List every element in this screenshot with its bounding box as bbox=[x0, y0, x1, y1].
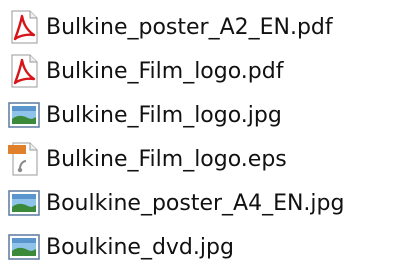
file-item-bulkine-film-logo-eps[interactable]: Bulkine_Film_logo.eps bbox=[6, 137, 411, 181]
file-list: Bulkine_poster_A2_EN.pdf Bulkine_Film_lo… bbox=[6, 5, 411, 269]
eps-icon bbox=[6, 141, 42, 177]
file-item-boulkine-dvd-jpg[interactable]: Boulkine_dvd.jpg bbox=[6, 225, 411, 269]
pdf-icon bbox=[6, 9, 42, 45]
file-item-bulkine-film-logo-pdf[interactable]: Bulkine_Film_logo.pdf bbox=[6, 49, 411, 93]
pdf-icon bbox=[6, 53, 42, 89]
file-name: Bulkine_Film_logo.jpg bbox=[46, 102, 282, 128]
image-icon bbox=[6, 97, 42, 133]
file-name: Bulkine_poster_A2_EN.pdf bbox=[46, 14, 333, 40]
image-icon bbox=[6, 229, 42, 265]
file-item-bulkine-poster-a2-pdf[interactable]: Bulkine_poster_A2_EN.pdf bbox=[6, 5, 411, 49]
file-name: Boulkine_poster_A4_EN.jpg bbox=[46, 190, 345, 216]
image-icon bbox=[6, 185, 42, 221]
file-name: Bulkine_Film_logo.eps bbox=[46, 146, 287, 172]
file-item-bulkine-film-logo-jpg[interactable]: Bulkine_Film_logo.jpg bbox=[6, 93, 411, 137]
file-name: Boulkine_dvd.jpg bbox=[46, 234, 234, 260]
file-name: Bulkine_Film_logo.pdf bbox=[46, 58, 284, 84]
file-item-boulkine-poster-a4-jpg[interactable]: Boulkine_poster_A4_EN.jpg bbox=[6, 181, 411, 225]
